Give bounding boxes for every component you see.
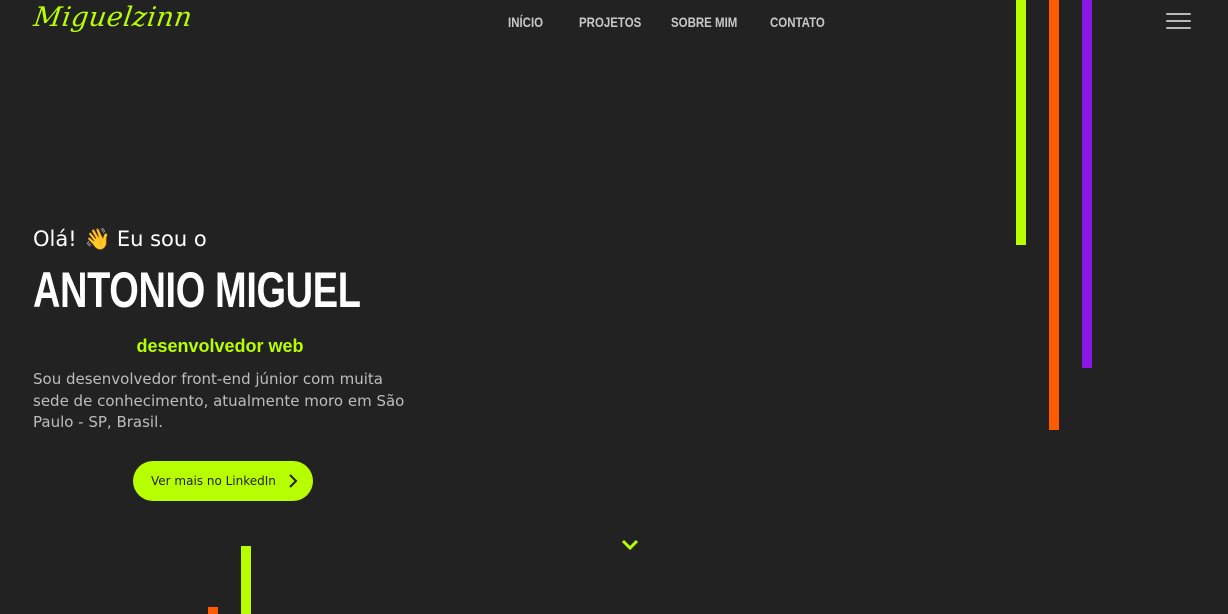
chevron-down-icon[interactable] (620, 538, 640, 552)
decor-bar-green-bottom (241, 546, 251, 614)
linkedin-button-label: Ver mais no LinkedIn (151, 474, 276, 488)
decor-bar-green-right (1016, 0, 1026, 245)
linkedin-button[interactable]: Ver mais no LinkedIn (133, 461, 313, 501)
decor-bar-purple-right (1082, 0, 1092, 368)
main-nav: INÍCIO PROJETOS SOBRE MIM CONTATO (0, 14, 1228, 34)
hero-name: ANTONIO MIGUEL (33, 262, 361, 318)
hero-description: Sou desenvolvedor front-end júnior com m… (33, 370, 405, 431)
nav-link-contato[interactable]: CONTATO (770, 14, 825, 30)
hamburger-menu-icon[interactable] (1166, 13, 1191, 31)
nav-link-inicio[interactable]: INÍCIO (508, 14, 543, 30)
greeting-suffix: Eu sou o (116, 227, 207, 251)
chevron-right-icon (289, 474, 298, 488)
nav-link-sobre-mim[interactable]: SOBRE MIM (671, 14, 737, 30)
hero-role: desenvolvedor web (136, 336, 304, 356)
hero-greeting: Olá! 👋 Eu sou o (33, 227, 207, 252)
decor-bar-orange-bottom (208, 607, 218, 614)
waving-hand-icon: 👋 (84, 227, 111, 251)
nav-link-projetos[interactable]: PROJETOS (579, 14, 641, 30)
decor-bar-orange-right (1049, 0, 1059, 430)
greeting-prefix: Olá! (33, 227, 77, 251)
